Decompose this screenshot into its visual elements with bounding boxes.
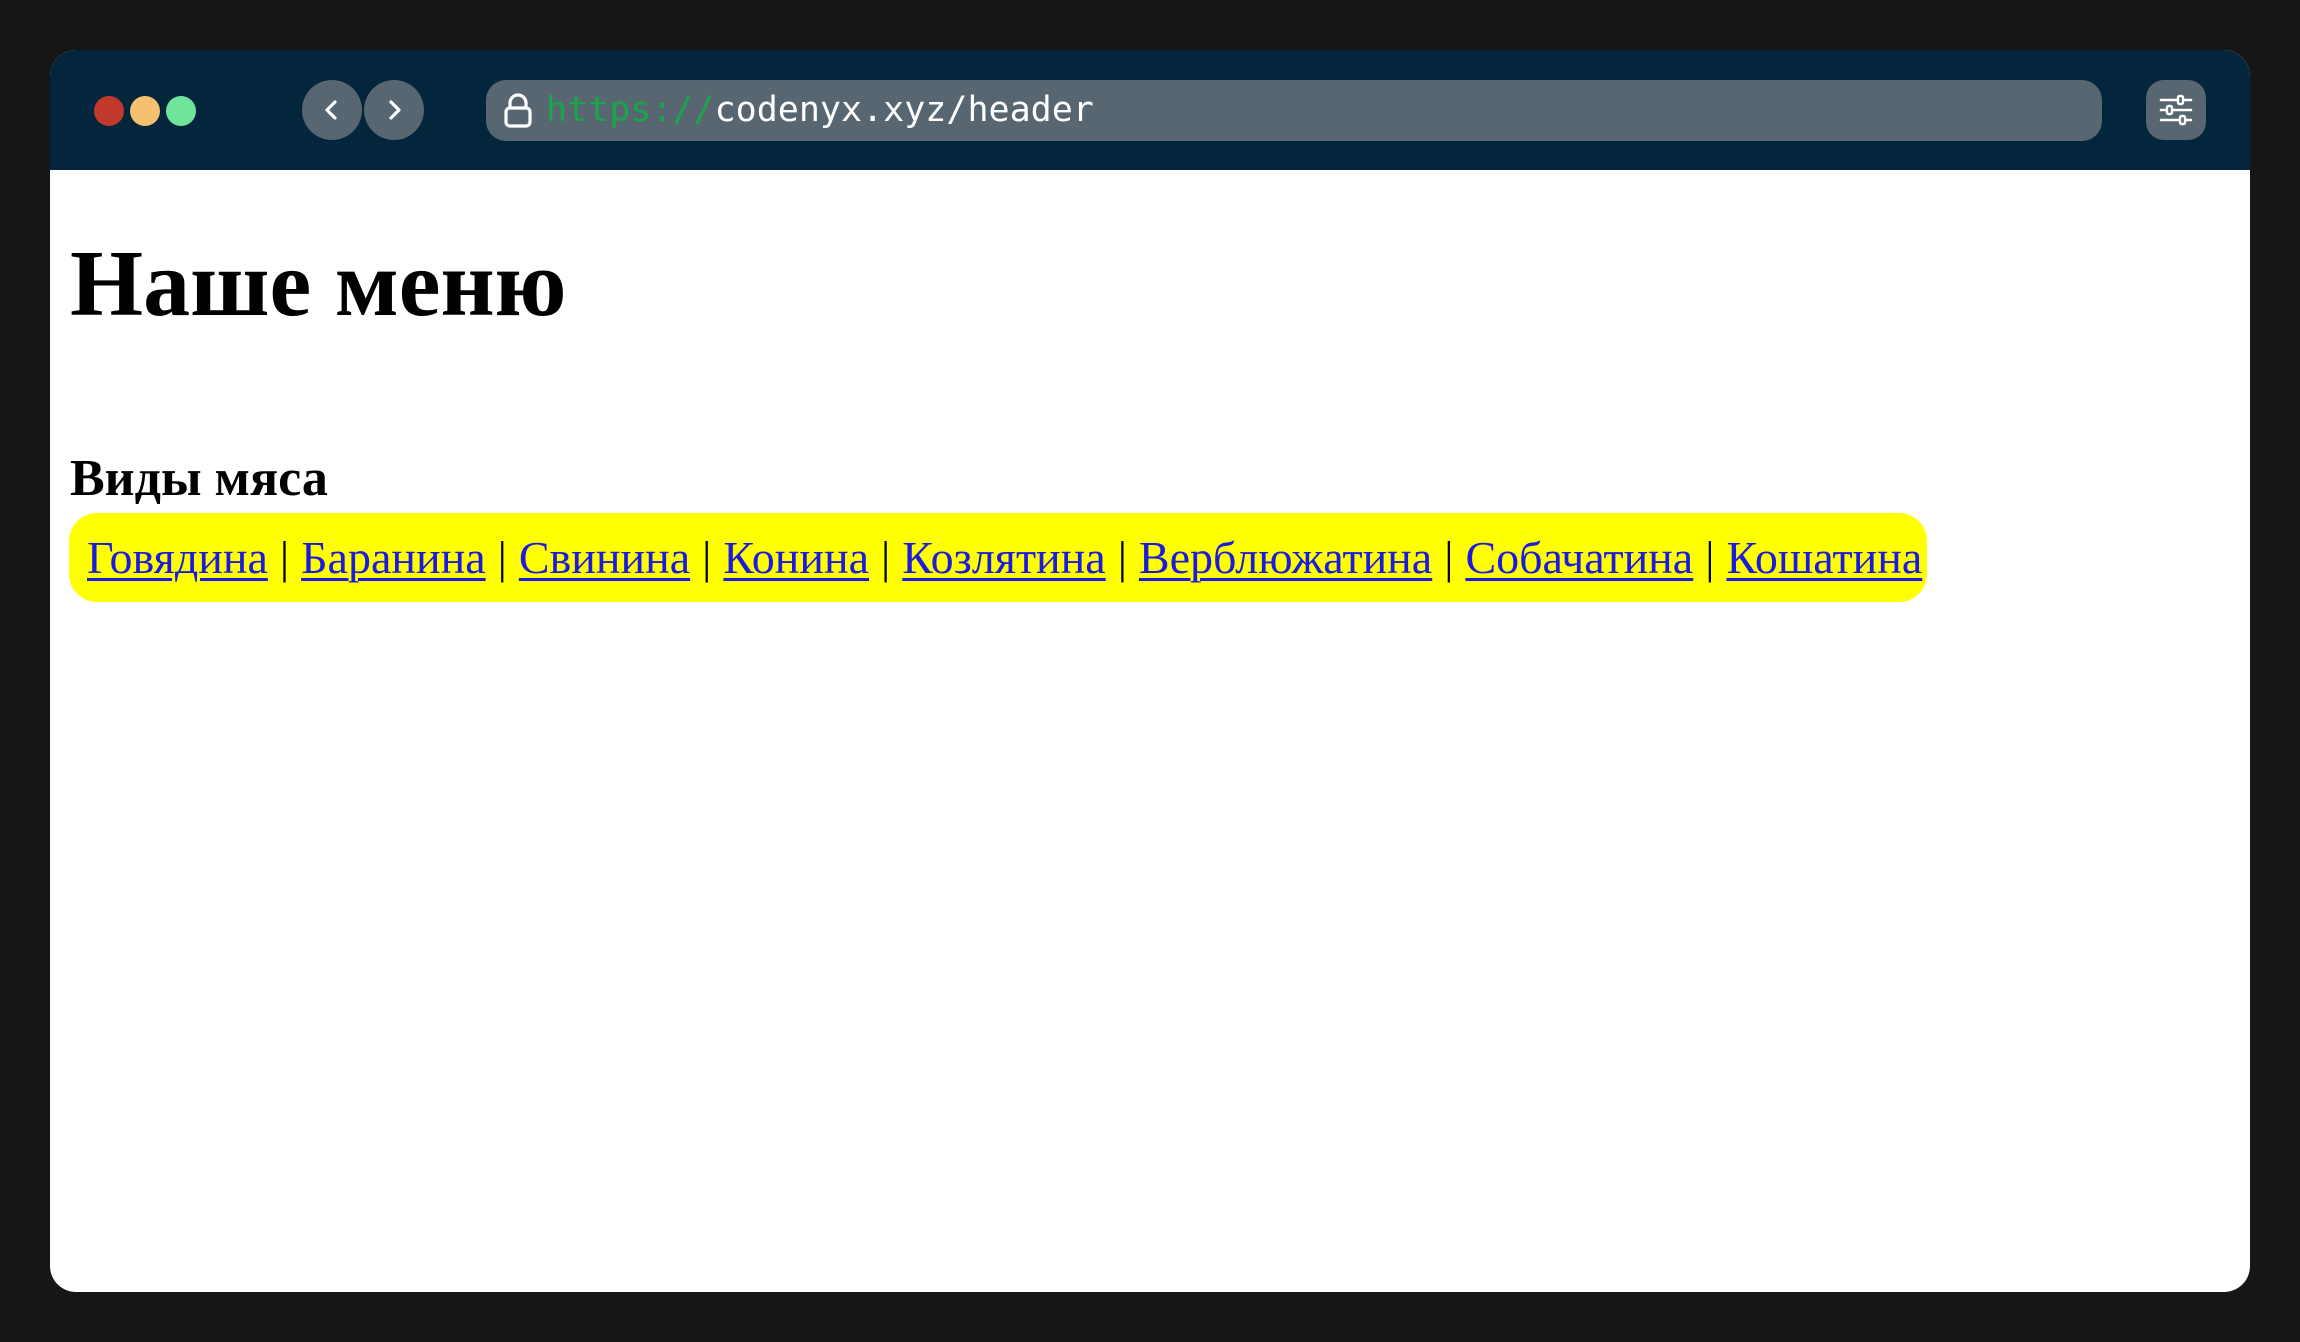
settings-button[interactable] <box>2146 80 2206 140</box>
address-bar[interactable]: https://codenyx.xyz/header <box>486 80 2102 141</box>
forward-button[interactable] <box>364 80 424 140</box>
nav-link[interactable]: Баранина <box>301 531 486 584</box>
url-host-path: codenyx.xyz/header <box>714 90 1094 130</box>
page-title: Наше меню <box>70 232 567 336</box>
back-button[interactable] <box>302 80 362 140</box>
nav-separator: | <box>1444 532 1454 583</box>
nav-separator: | <box>881 532 891 583</box>
maximize-window-button[interactable] <box>166 96 196 126</box>
meat-types-nav: Говядина | Баранина | Свинина | Конина | Козляти… <box>69 513 1927 602</box>
browser-window: https://codenyx.xyz/header Наше меню Вид… <box>50 50 2250 1292</box>
nav-link[interactable]: Кошатина <box>1726 531 1922 584</box>
sliders-icon <box>2159 94 2193 126</box>
nav-link[interactable]: Конина <box>723 531 869 584</box>
close-window-button[interactable] <box>94 96 124 126</box>
nav-link[interactable]: Козлятина <box>902 531 1105 584</box>
nav-link[interactable]: Собачатина <box>1465 531 1693 584</box>
nav-link[interactable]: Верблюжатина <box>1139 531 1432 584</box>
url-scheme: https:// <box>546 90 715 130</box>
lock-icon <box>500 92 536 135</box>
chevron-left-icon <box>325 100 337 120</box>
url-text: https://codenyx.xyz/header <box>546 80 1094 141</box>
nav-separator: | <box>1705 532 1715 583</box>
minimize-window-button[interactable] <box>130 96 160 126</box>
nav-separator: | <box>279 532 290 583</box>
browser-toolbar: https://codenyx.xyz/header <box>50 50 2250 170</box>
nav-link[interactable]: Свинина <box>519 531 690 584</box>
nav-separator: | <box>497 532 507 583</box>
nav-link[interactable]: Говядина <box>87 531 268 584</box>
chevron-right-icon <box>389 100 401 120</box>
nav-separator: | <box>702 532 712 583</box>
nav-separator: | <box>1117 532 1127 583</box>
section-title: Виды мяса <box>70 450 328 507</box>
